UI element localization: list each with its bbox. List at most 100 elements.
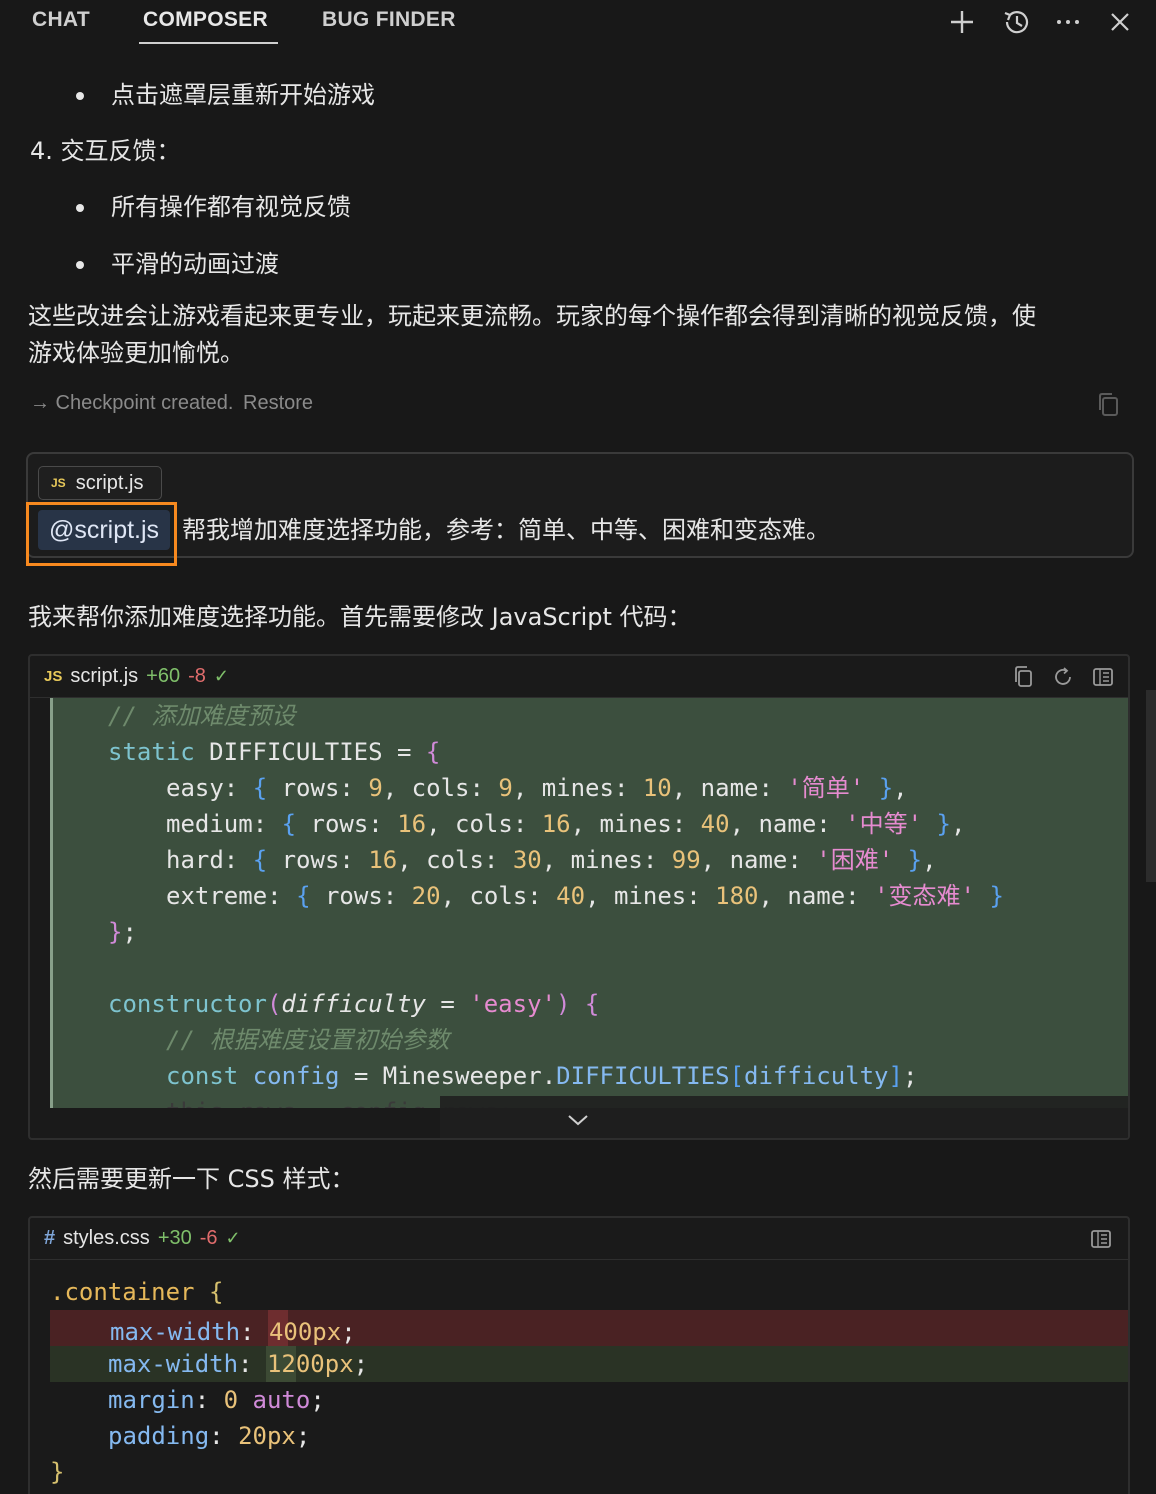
assistant-intro-css: 然后需要更新一下 CSS 样式： xyxy=(28,1165,355,1193)
assistant-intro-js: 我来帮你添加难度选择功能。首先需要修改 JavaScript 代码： xyxy=(28,603,692,631)
code-comment: // 根据难度设置初始参数 xyxy=(166,1026,450,1054)
bullet-dot xyxy=(76,204,84,212)
summary-line-2: 游戏体验更加愉悦。 xyxy=(28,339,244,367)
lines-added: +60 xyxy=(146,665,181,687)
list-item: 点击遮罩层重新开始游戏 xyxy=(111,81,375,109)
composer-topbar: CHAT COMPOSER BUG FINDER xyxy=(0,0,1156,50)
code-block-header: # styles.css +30 -6 ✓ xyxy=(30,1218,1128,1260)
code-number: 40 xyxy=(700,810,730,838)
summary-line-1: 这些改进会让游戏看起来更专业，玩起来更流畅。玩家的每个操作都会得到清晰的视觉反馈… xyxy=(28,302,1036,330)
code-key: easy xyxy=(166,774,224,802)
code-file-name[interactable]: script.js xyxy=(70,665,138,688)
reapply-button[interactable] xyxy=(1050,664,1076,690)
copy-message-button[interactable] xyxy=(1096,392,1120,422)
css-property: max-width xyxy=(110,1318,241,1346)
code-content: // 添加难度预设 static DIFFICULTIES = { easy: … xyxy=(50,698,1128,1138)
code-number: 40 xyxy=(556,882,586,910)
close-icon xyxy=(1111,13,1129,31)
list-item: 所有操作都有视觉反馈 xyxy=(111,193,351,221)
checkpoint-text: → Checkpoint created. xyxy=(30,392,234,414)
attached-file-name: script.js xyxy=(75,471,144,494)
css-value: 1200px xyxy=(266,1350,354,1378)
code-number: 9 xyxy=(498,774,513,802)
applied-check-icon: ✓ xyxy=(225,1228,241,1248)
numbered-item: 4. 交互反馈： xyxy=(30,137,181,165)
code-block-styles: # styles.css +30 -6 ✓ .container { max-w… xyxy=(28,1216,1130,1494)
copy-icon xyxy=(1015,666,1032,687)
code-identifier: DIFFICULTIES xyxy=(209,738,383,766)
css-value: 0 xyxy=(223,1386,239,1414)
code-string: '变态难' xyxy=(874,882,975,910)
code-block-header: JS script.js +60 -8 ✓ xyxy=(30,656,1128,698)
code-number: 10 xyxy=(642,774,672,802)
code-number: 20 xyxy=(411,882,441,910)
user-message-text: 帮我增加难度选择功能，参考：简单、中等、困难和变态难。 xyxy=(182,516,830,544)
copy-icon xyxy=(1099,393,1118,416)
code-identifier: Minesweeper xyxy=(382,1062,542,1090)
tab-composer[interactable]: COMPOSER xyxy=(143,8,268,32)
code-key: extreme xyxy=(166,882,268,910)
panel-icon xyxy=(1093,668,1113,686)
code-key: medium xyxy=(166,810,253,838)
code-number: 30 xyxy=(512,846,542,874)
css-property: margin xyxy=(108,1386,195,1414)
code-key: hard xyxy=(166,846,224,874)
code-keyword: constructor xyxy=(108,990,267,1018)
more-options-button[interactable] xyxy=(1052,6,1084,38)
css-value: 400px xyxy=(268,1318,342,1346)
restore-link[interactable]: Restore xyxy=(243,392,313,414)
plus-icon xyxy=(951,11,973,33)
code-content: .container { max-width: 400px; max-width… xyxy=(50,1278,369,1486)
code-number: 16 xyxy=(368,846,398,874)
lines-removed: -6 xyxy=(199,1227,218,1249)
css-file-icon: # xyxy=(44,1227,56,1249)
bullet-dot xyxy=(76,92,84,100)
code-string: '简单' xyxy=(787,774,865,802)
code-identifier: config xyxy=(252,1062,340,1090)
code-file-name[interactable]: styles.css xyxy=(63,1227,150,1250)
list-item: 平滑的动画过渡 xyxy=(111,250,279,278)
css-property: padding xyxy=(108,1422,210,1450)
css-value: 20px xyxy=(238,1422,296,1450)
mention-highlight-box xyxy=(26,502,177,566)
code-keyword: const xyxy=(166,1062,239,1090)
expand-bar xyxy=(440,1096,1128,1138)
close-button[interactable] xyxy=(1104,6,1136,38)
open-diff-button[interactable] xyxy=(1090,664,1116,690)
code-string: '困难' xyxy=(816,846,894,874)
code-number: 16 xyxy=(541,810,571,838)
new-composer-button[interactable] xyxy=(946,6,978,38)
expand-code-button[interactable] xyxy=(566,1112,596,1132)
refresh-icon xyxy=(1055,667,1071,685)
scrollbar-thumb[interactable] xyxy=(1146,690,1156,882)
attached-file-chip[interactable]: JS script.js xyxy=(38,466,162,500)
ellipsis-icon xyxy=(1057,20,1079,24)
history-button[interactable] xyxy=(1000,6,1032,38)
code-comment: // 添加难度预设 xyxy=(108,702,296,730)
history-icon xyxy=(1004,11,1029,34)
chevron-down-icon xyxy=(568,1115,588,1126)
open-diff-button[interactable] xyxy=(1088,1226,1114,1252)
panel-icon xyxy=(1091,1230,1111,1248)
code-string: 'easy' xyxy=(469,990,556,1018)
code-number: 9 xyxy=(368,774,383,802)
lines-removed: -8 xyxy=(188,665,206,687)
applied-check-icon: ✓ xyxy=(213,666,229,686)
active-tab-indicator xyxy=(139,42,278,44)
code-block-script: JS script.js +60 -8 ✓ // 添加难度预设 static D… xyxy=(28,654,1130,1140)
tab-chat[interactable]: CHAT xyxy=(32,8,90,32)
code-number: 180 xyxy=(715,882,759,910)
lines-added: +30 xyxy=(157,1227,192,1249)
bullet-dot xyxy=(76,261,84,269)
code-number: 99 xyxy=(671,846,701,874)
tab-bug-finder[interactable]: BUG FINDER xyxy=(322,8,456,32)
copy-code-button[interactable] xyxy=(1010,664,1036,690)
checkpoint-notice: → Checkpoint created. Restore xyxy=(30,392,313,415)
javascript-file-icon: JS xyxy=(44,668,63,685)
css-value: auto xyxy=(252,1386,311,1414)
javascript-file-icon: JS xyxy=(51,476,66,490)
code-number: 16 xyxy=(397,810,427,838)
code-string: '中等' xyxy=(845,810,923,838)
code-keyword: static xyxy=(108,738,195,766)
css-selector: .container xyxy=(50,1278,195,1306)
